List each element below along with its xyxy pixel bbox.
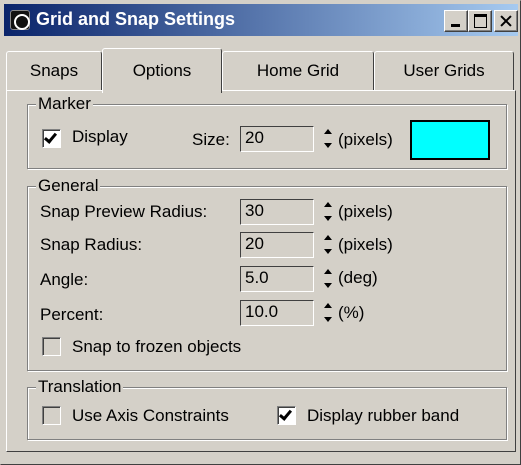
- display-rubber-band-label: Display rubber band: [307, 406, 460, 425]
- snap-preview-radius-unit: (pixels): [338, 202, 393, 221]
- percent-input[interactable]: 10.0: [240, 300, 314, 326]
- snap-frozen-label: Snap to frozen objects: [72, 337, 242, 356]
- size-spinner[interactable]: [321, 126, 334, 152]
- snap-preview-radius-label: Snap Preview Radius:: [40, 202, 208, 221]
- use-axis-constraints-label: Use Axis Constraints: [72, 406, 229, 425]
- snap-radius-spinner[interactable]: [321, 232, 334, 258]
- spinner-down-icon[interactable]: [321, 313, 334, 326]
- translation-legend: Translation: [36, 376, 124, 398]
- spinner-down-icon[interactable]: [321, 245, 334, 258]
- maximize-icon[interactable]: [468, 10, 492, 32]
- angle-spinner[interactable]: [321, 266, 334, 292]
- options-panel: Marker Display Size: 20 (pixels) General…: [6, 90, 516, 452]
- app-icon: [10, 10, 30, 30]
- use-axis-constraints-checkbox[interactable]: [42, 406, 61, 425]
- display-label: Display: [72, 127, 128, 146]
- marker-group: Marker Display Size: 20 (pixels): [27, 93, 507, 169]
- tab-user-grids[interactable]: User Grids: [374, 51, 514, 90]
- close-icon[interactable]: [494, 10, 518, 32]
- checkmark-icon: [278, 407, 293, 421]
- spinner-down-icon[interactable]: [321, 212, 334, 225]
- snap-radius-input[interactable]: 20: [240, 232, 314, 258]
- spinner-up-icon[interactable]: [321, 232, 334, 245]
- general-group: General Snap Preview Radius: 30 (pixels)…: [27, 175, 507, 371]
- percent-unit: (%): [338, 303, 365, 322]
- window-title: Grid and Snap Settings: [36, 9, 236, 29]
- tab-snaps[interactable]: Snaps: [6, 51, 102, 90]
- minimize-icon[interactable]: [444, 10, 468, 32]
- snap-radius-unit: (pixels): [338, 235, 393, 254]
- spinner-up-icon[interactable]: [321, 126, 334, 139]
- title-bar[interactable]: Grid and Snap Settings: [4, 4, 518, 36]
- general-legend: General: [36, 175, 101, 197]
- snap-frozen-checkbox[interactable]: [42, 337, 61, 356]
- translation-group: Translation Use Axis Constraints Display…: [27, 376, 507, 440]
- size-input[interactable]: 20: [240, 126, 314, 152]
- angle-label: Angle:: [40, 270, 89, 289]
- spinner-up-icon[interactable]: [321, 199, 334, 212]
- checkmark-icon: [43, 130, 58, 144]
- percent-label: Percent:: [40, 305, 104, 324]
- tab-strip: Snaps Options Home Grid User Grids: [6, 48, 516, 93]
- spinner-down-icon[interactable]: [321, 279, 334, 292]
- snap-preview-radius-spinner[interactable]: [321, 199, 334, 225]
- size-label: Size:: [192, 130, 230, 149]
- spinner-up-icon[interactable]: [321, 300, 334, 313]
- angle-input[interactable]: 5.0: [240, 266, 314, 292]
- marker-color-swatch[interactable]: [410, 120, 490, 160]
- display-checkbox[interactable]: [42, 129, 61, 148]
- snap-preview-radius-input[interactable]: 30: [240, 199, 314, 225]
- grid-snap-settings-window: Grid and Snap Settings Snaps Options Hom…: [0, 0, 521, 465]
- tab-home-grid[interactable]: Home Grid: [222, 51, 374, 90]
- display-rubber-band-checkbox[interactable]: [277, 406, 296, 425]
- snap-radius-label: Snap Radius:: [40, 235, 143, 254]
- spinner-up-icon[interactable]: [321, 266, 334, 279]
- spinner-down-icon[interactable]: [321, 139, 334, 152]
- angle-unit: (deg): [338, 268, 378, 287]
- size-unit: (pixels): [338, 130, 393, 149]
- marker-legend: Marker: [36, 93, 93, 115]
- percent-spinner[interactable]: [321, 300, 334, 326]
- tab-options[interactable]: Options: [102, 48, 222, 93]
